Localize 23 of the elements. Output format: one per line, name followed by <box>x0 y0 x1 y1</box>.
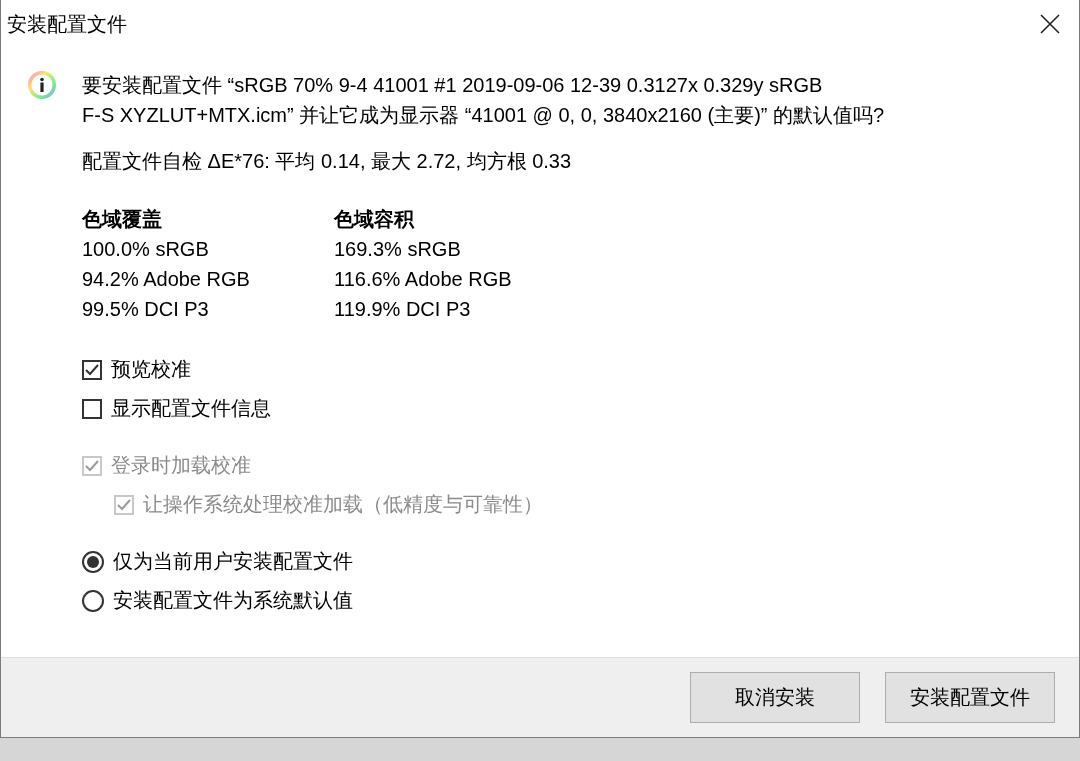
gamut-value: 100.0% sRGB <box>82 237 210 262</box>
gamut-value: 119.9% DCI P3 <box>334 297 472 322</box>
self-check-text: 配置文件自检 ΔE*76: 平均 0.14, 最大 2.72, 均方根 0.33 <box>82 149 573 174</box>
gamut-value: 116.6% Adobe RGB <box>334 267 513 292</box>
info-icon <box>27 70 57 100</box>
checkmark-icon <box>85 459 99 472</box>
gamut-value: 99.5% DCI P3 <box>82 297 210 322</box>
gamut-value: 169.3% sRGB <box>334 237 462 262</box>
checkbox-option[interactable]: 显示配置文件信息 <box>82 389 885 428</box>
close-icon <box>1040 14 1060 34</box>
window-title: 安装配置文件 <box>7 11 127 37</box>
message-text: F-S XYZLUT+MTX.icm” 并让它成为显示器 “41001 @ 0, 0, 3840x2160 (主要)” 的默认值吗? <box>82 103 885 128</box>
cancel-button[interactable]: 取消安装 <box>690 672 860 723</box>
checkmark-icon <box>85 363 99 376</box>
checkbox-option[interactable]: 预览校准 <box>82 350 885 389</box>
install-button[interactable]: 安装配置文件 <box>885 672 1055 723</box>
radio-option[interactable]: 仅为当前用户安装配置文件 <box>82 542 885 581</box>
gamut-value: 94.2% Adobe RGB <box>82 267 251 292</box>
radio-option[interactable]: 安装配置文件为系统默认值 <box>82 581 885 620</box>
checkmark-icon <box>117 498 131 511</box>
gamut-heading: 色域容积 <box>334 207 416 232</box>
message-text: 要安装配置文件 “sRGB 70% 9-4 41001 #1 2019-09-06 12-39 0.3127x 0.329y sRGB <box>82 73 824 98</box>
gamut-heading: 色域覆盖 <box>82 207 163 232</box>
